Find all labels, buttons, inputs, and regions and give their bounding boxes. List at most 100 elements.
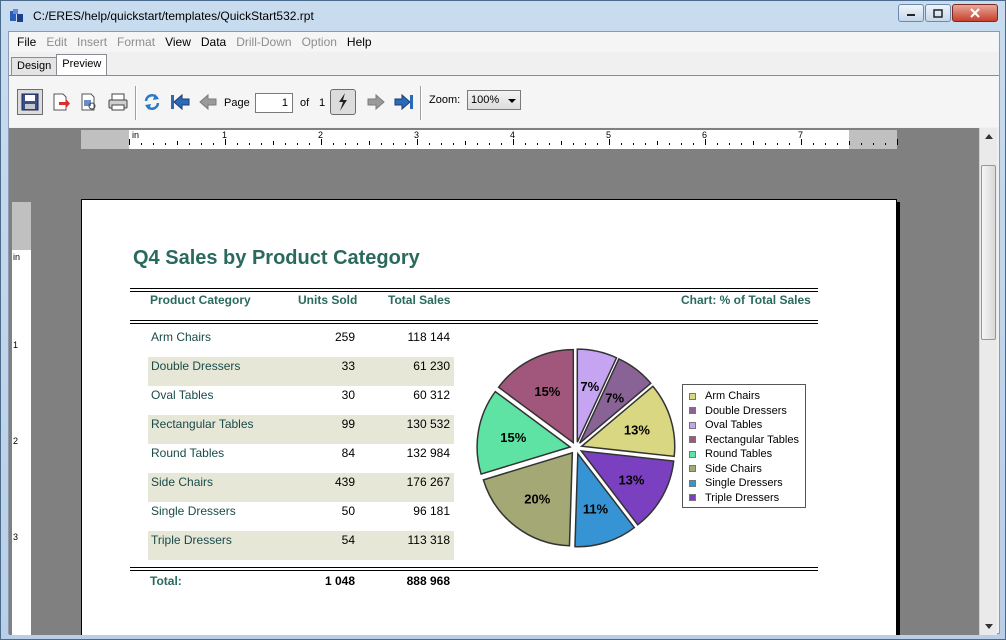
scrollbar-thumb[interactable]	[981, 165, 996, 340]
ruler-tick	[129, 139, 130, 145]
ruler-tick	[741, 143, 742, 145]
ruler-tick	[765, 143, 766, 145]
tab-design[interactable]: Design	[11, 57, 58, 75]
ruler-unit: in	[132, 130, 140, 140]
page-setup-button[interactable]	[75, 89, 101, 115]
page-number-input[interactable]: 1	[255, 93, 293, 113]
last-page-icon	[394, 93, 413, 111]
ruler-tick	[657, 141, 658, 145]
cell-units: 99	[341, 417, 355, 431]
ruler-tick	[777, 143, 778, 145]
ruler-tick	[837, 143, 838, 145]
menu-file[interactable]: File	[12, 32, 41, 52]
ruler-label: 3	[414, 130, 420, 140]
app-icon	[10, 9, 23, 22]
cell-units: 33	[341, 359, 355, 373]
cell-category: Oval Tables	[151, 388, 214, 402]
ruler-label: 7	[798, 130, 804, 140]
ruler-tick	[309, 143, 310, 145]
report-preview-area[interactable]: in 1 2 3 4 5 6 7 in 1 2 3 Q4 Sales by Product Ca…	[9, 128, 979, 635]
page-label: Page	[224, 97, 250, 109]
ruler-tick	[585, 143, 586, 145]
window-title: C:/ERES/help/quickstart/templates/QuickS…	[33, 9, 314, 23]
header-rule	[130, 323, 818, 324]
menu-data[interactable]: Data	[196, 32, 231, 52]
ruler-tick	[237, 143, 238, 145]
menu-edit[interactable]: Edit	[41, 32, 72, 52]
page-setup-icon	[81, 93, 96, 111]
ruler-tick	[813, 143, 814, 145]
column-header-units: Units Sold	[298, 293, 358, 307]
application-window: C:/ERES/help/quickstart/templates/QuickS…	[0, 0, 1006, 640]
scroll-up-button[interactable]	[980, 128, 997, 145]
legend-label: Double Dressers	[705, 404, 787, 417]
title-bar[interactable]: C:/ERES/help/quickstart/templates/QuickS…	[1, 1, 1005, 31]
menu-insert[interactable]: Insert	[72, 32, 112, 52]
save-button[interactable]	[17, 89, 43, 115]
ruler-tick	[141, 143, 142, 145]
next-page-icon	[367, 93, 385, 111]
header-rule	[130, 320, 818, 321]
first-page-button[interactable]	[167, 89, 193, 115]
legend-label: Rectangular Tables	[705, 433, 799, 446]
previous-page-button[interactable]	[195, 89, 221, 115]
horizontal-ruler: in 1 2 3 4 5 6 7	[81, 130, 898, 149]
last-page-button[interactable]	[391, 89, 417, 115]
pie-slice-label: 11%	[583, 502, 609, 517]
cell-sales: 132 984	[406, 446, 450, 460]
ruler-tick	[369, 141, 370, 145]
ruler-tick	[261, 143, 262, 145]
ruler-label: 3	[13, 532, 19, 542]
pie-slice-label: 15%	[534, 384, 560, 399]
pie-slice-label: 15%	[500, 430, 526, 445]
menu-view[interactable]: View	[160, 32, 196, 52]
next-page-button[interactable]	[363, 89, 389, 115]
legend-swatch	[689, 450, 696, 458]
ruler-tick	[465, 141, 466, 145]
legend-swatch	[689, 407, 696, 415]
cell-sales: 61 230	[413, 359, 450, 373]
ruler-tick	[621, 143, 622, 145]
cell-category: Side Chairs	[151, 475, 214, 489]
scroll-down-button[interactable]	[980, 618, 997, 635]
go-to-page-button[interactable]	[330, 89, 356, 115]
menu-drill-down[interactable]: Drill-Down	[231, 32, 296, 52]
ruler-tick	[213, 143, 214, 145]
cell-units: 84	[341, 446, 355, 460]
cell-category: Triple Dressers	[151, 533, 232, 547]
chevron-down-icon	[508, 99, 516, 103]
tab-preview[interactable]: Preview	[56, 54, 108, 75]
ruler-tick	[441, 143, 442, 145]
menu-help[interactable]: Help	[342, 32, 377, 52]
legend-item: Side Chairs	[689, 462, 805, 477]
save-icon	[21, 93, 39, 111]
vertical-scrollbar[interactable]	[979, 128, 997, 635]
menu-option[interactable]: Option	[297, 32, 342, 52]
print-button[interactable]	[105, 89, 131, 115]
ruler-tick	[897, 139, 898, 145]
ruler-tick	[669, 143, 670, 145]
pie-slice-label: 20%	[524, 492, 550, 507]
export-button[interactable]	[47, 89, 73, 115]
legend-item: Triple Dressers	[689, 491, 805, 506]
previous-page-icon	[199, 93, 217, 111]
ruler-tick	[501, 143, 502, 145]
ruler-tick	[561, 141, 562, 145]
minimize-icon	[907, 14, 915, 16]
zoom-select[interactable]: 100%	[467, 90, 521, 110]
refresh-button[interactable]	[139, 89, 165, 115]
menu-format[interactable]: Format	[112, 32, 160, 52]
vertical-ruler: in 1 2 3	[12, 202, 31, 635]
pie-slice-label: 13%	[624, 422, 650, 437]
column-header-category: Product Category	[150, 293, 251, 307]
legend-swatch	[689, 392, 696, 400]
ruler-tick	[789, 143, 790, 145]
minimize-button[interactable]	[898, 4, 924, 22]
total-rule	[130, 570, 818, 571]
close-button[interactable]	[952, 4, 998, 22]
ruler-tick	[885, 143, 886, 145]
cell-category: Rectangular Tables	[151, 417, 254, 431]
maximize-button[interactable]	[925, 4, 951, 22]
legend-label: Triple Dressers	[705, 491, 780, 504]
ruler-tick	[177, 141, 178, 145]
